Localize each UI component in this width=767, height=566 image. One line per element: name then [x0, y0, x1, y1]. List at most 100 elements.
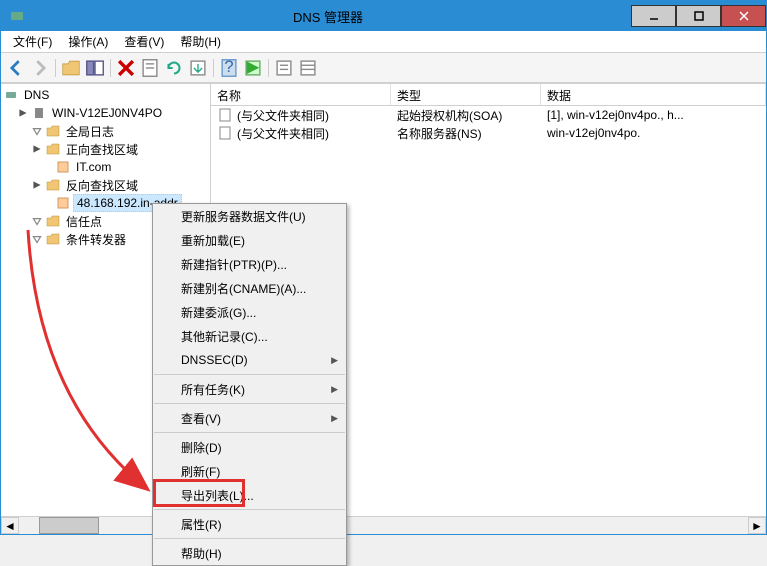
cm-separator	[154, 509, 345, 510]
window-title: DNS 管理器	[25, 7, 631, 26]
close-button[interactable]	[721, 5, 766, 27]
server-icon	[31, 105, 47, 121]
cell-data: [1], win-v12ej0nv4po., h...	[541, 107, 766, 123]
cell-data: win-v12ej0nv4po.	[541, 125, 766, 141]
dns-manager-window: DNS 管理器 文件(F) 操作(A) 查看(V) 帮助(H) ? ▶	[0, 0, 767, 535]
zone-icon	[55, 195, 71, 211]
cm-separator	[154, 432, 345, 433]
cm-properties[interactable]: 属性(R)	[153, 512, 346, 536]
tree-label: 反向查找区域	[63, 176, 141, 195]
expander-icon[interactable]	[17, 107, 29, 119]
cm-refresh[interactable]: 刷新(F)	[153, 459, 346, 483]
maximize-button[interactable]	[676, 5, 721, 27]
expander-icon[interactable]	[31, 215, 43, 227]
folder-icon	[45, 231, 61, 247]
cell-text: (与父文件夹相同)	[237, 125, 329, 142]
tree-forward-item[interactable]: IT.com	[3, 158, 208, 176]
cm-separator	[154, 374, 345, 375]
dns-icon	[3, 87, 19, 103]
record-icon	[217, 107, 233, 123]
cell-type: 名称服务器(NS)	[391, 124, 541, 143]
tree-label: 正向查找区域	[63, 140, 141, 159]
cm-dnssec[interactable]: DNSSEC(D)	[153, 348, 346, 372]
filter-button[interactable]	[273, 57, 295, 79]
scroll-right-button[interactable]: ►	[748, 517, 766, 534]
window-control-buttons	[631, 6, 766, 27]
expander-icon[interactable]	[31, 125, 43, 137]
cm-reload[interactable]: 重新加载(E)	[153, 228, 346, 252]
folder-icon	[45, 123, 61, 139]
cm-help[interactable]: 帮助(H)	[153, 541, 346, 565]
tree-label: IT.com	[73, 159, 114, 175]
show-hide-tree-button[interactable]	[84, 57, 106, 79]
tree-root-dns[interactable]: DNS	[3, 86, 208, 104]
cm-new-delegation[interactable]: 新建委派(G)...	[153, 300, 346, 324]
cell-type: 起始授权机构(SOA)	[391, 106, 541, 125]
menu-view[interactable]: 查看(V)	[116, 31, 172, 52]
properties-button[interactable]	[139, 57, 161, 79]
cell-name: (与父文件夹相同)	[211, 106, 391, 125]
folder-icon	[45, 141, 61, 157]
tree-label: 全局日志	[63, 122, 117, 141]
list-button[interactable]	[297, 57, 319, 79]
column-type[interactable]: 类型	[391, 84, 541, 105]
list-header: 名称 类型 数据	[211, 84, 766, 106]
delete-button[interactable]	[115, 57, 137, 79]
cell-name: (与父文件夹相同)	[211, 124, 391, 143]
expander-icon[interactable]	[31, 143, 43, 155]
tree-forward-zone[interactable]: 正向查找区域	[3, 140, 208, 158]
svg-text:?: ?	[224, 58, 233, 76]
cm-new-ptr[interactable]: 新建指针(PTR)(P)...	[153, 252, 346, 276]
tree-global-log[interactable]: 全局日志	[3, 122, 208, 140]
scroll-left-button[interactable]: ◄	[1, 517, 19, 534]
zone-icon	[55, 159, 71, 175]
column-name[interactable]: 名称	[211, 84, 391, 105]
folder-icon	[45, 177, 61, 193]
cm-separator	[154, 538, 345, 539]
new-record-button[interactable]: ▶	[242, 57, 264, 79]
titlebar: DNS 管理器	[1, 1, 766, 31]
toolbar-separator	[213, 59, 214, 77]
minimize-button[interactable]	[631, 5, 676, 27]
forward-button[interactable]	[29, 57, 51, 79]
cm-export-list[interactable]: 导出列表(L)...	[153, 483, 346, 507]
menu-file[interactable]: 文件(F)	[5, 31, 60, 52]
list-row[interactable]: (与父文件夹相同) 名称服务器(NS) win-v12ej0nv4po.	[211, 124, 766, 142]
toolbar-separator	[55, 59, 56, 77]
content-area: DNS WIN-V12EJ0NV4PO 全局日志 正向查找区域	[1, 83, 766, 534]
back-button[interactable]	[5, 57, 27, 79]
folder-icon	[45, 213, 61, 229]
expander-icon[interactable]	[31, 233, 43, 245]
cm-delete[interactable]: 删除(D)	[153, 435, 346, 459]
toolbar-separator	[268, 59, 269, 77]
toolbar-separator	[110, 59, 111, 77]
tree-server[interactable]: WIN-V12EJ0NV4PO	[3, 104, 208, 122]
cm-all-tasks[interactable]: 所有任务(K)	[153, 377, 346, 401]
tree-label: 信任点	[63, 212, 105, 231]
cell-text: (与父文件夹相同)	[237, 107, 329, 124]
column-data[interactable]: 数据	[541, 84, 766, 105]
menu-help[interactable]: 帮助(H)	[172, 31, 229, 52]
cm-new-cname[interactable]: 新建别名(CNAME)(A)...	[153, 276, 346, 300]
record-icon	[217, 125, 233, 141]
export-button[interactable]	[187, 57, 209, 79]
expander-icon[interactable]	[31, 179, 43, 191]
cm-other-records[interactable]: 其他新记录(C)...	[153, 324, 346, 348]
toolbar: ? ▶	[1, 53, 766, 83]
tree-label: WIN-V12EJ0NV4PO	[49, 105, 165, 121]
list-row[interactable]: (与父文件夹相同) 起始授权机构(SOA) [1], win-v12ej0nv4…	[211, 106, 766, 124]
cm-view[interactable]: 查看(V)	[153, 406, 346, 430]
tree-label: DNS	[21, 87, 52, 103]
cm-update-data[interactable]: 更新服务器数据文件(U)	[153, 204, 346, 228]
menu-action[interactable]: 操作(A)	[60, 31, 116, 52]
cm-separator	[154, 403, 345, 404]
up-folder-button[interactable]	[60, 57, 82, 79]
dns-app-icon	[9, 8, 25, 24]
context-menu: 更新服务器数据文件(U) 重新加载(E) 新建指针(PTR)(P)... 新建别…	[152, 203, 347, 566]
tree-reverse-zone[interactable]: 反向查找区域	[3, 176, 208, 194]
refresh-button[interactable]	[163, 57, 185, 79]
help-button[interactable]: ?	[218, 57, 240, 79]
tree-label: 条件转发器	[63, 230, 129, 249]
scroll-thumb[interactable]	[39, 517, 99, 534]
svg-text:▶: ▶	[247, 58, 261, 76]
